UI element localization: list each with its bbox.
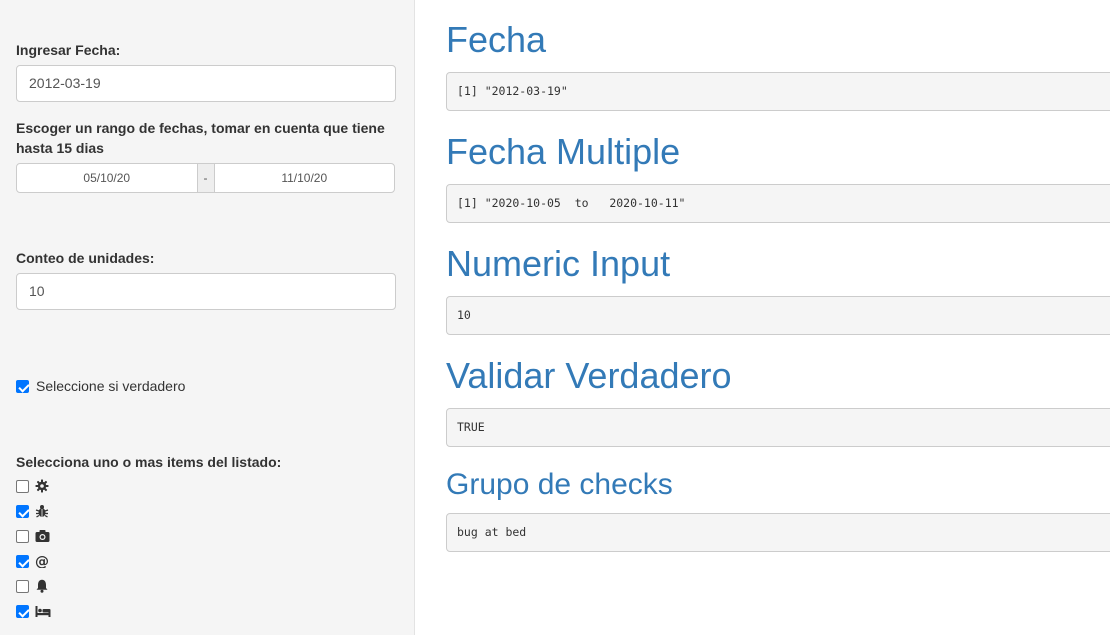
bell-icon	[36, 579, 48, 593]
camera-icon	[35, 530, 50, 542]
output-numeric-input: 10	[446, 296, 1110, 335]
group-checkbox-camera[interactable]	[16, 530, 29, 543]
bed-icon	[35, 606, 51, 617]
section-title-numeric-input: Numeric Input	[446, 243, 671, 284]
true-checkbox-label: Seleccione si verdadero	[36, 378, 186, 394]
at-icon: @	[35, 554, 49, 568]
main-panel: Fecha [1] "2012-03-19" Fecha Multiple [1…	[416, 0, 1110, 635]
output-grupo-de-checks: bug at bed	[446, 513, 1110, 552]
date-range-end[interactable]: 11/10/20	[215, 164, 395, 192]
output-fecha: [1] "2012-03-19"	[446, 72, 1110, 111]
sidebar-panel: Ingresar Fecha: 2012-03-19 Escoger un ra…	[0, 0, 415, 635]
section-title-validar-verdadero: Validar Verdadero	[446, 355, 732, 396]
group-checkbox-at[interactable]	[16, 555, 29, 568]
gear-icon	[35, 479, 49, 493]
true-checkbox[interactable]	[16, 380, 29, 393]
section-title-fecha: Fecha	[446, 19, 547, 60]
group-label: Selecciona uno o mas items del listado:	[16, 454, 282, 470]
group-checkbox-bug[interactable]	[16, 505, 29, 518]
group-checkbox-bell[interactable]	[16, 580, 29, 593]
output-validar-verdadero: TRUE	[446, 408, 1110, 447]
count-label: Conteo de unidades:	[16, 250, 155, 266]
date-range-separator: -	[196, 164, 215, 192]
date-input[interactable]: 2012-03-19	[16, 65, 396, 102]
count-input[interactable]: 10	[16, 273, 396, 310]
bug-icon	[35, 505, 49, 518]
output-fecha-multiple: [1] "2020-10-05 to 2020-10-11"	[446, 184, 1110, 223]
section-title-grupo-de-checks: Grupo de checks	[446, 468, 673, 501]
date-label: Ingresar Fecha:	[16, 42, 121, 58]
date-range-start[interactable]: 05/10/20	[17, 164, 197, 192]
date-range-label: Escoger un rango de fechas, tomar en cue…	[16, 120, 385, 156]
group-checkbox-bed[interactable]	[16, 605, 29, 618]
date-range-input: 05/10/20 - 11/10/20	[16, 163, 395, 193]
group-checkbox-gear[interactable]	[16, 480, 29, 493]
section-title-fecha-multiple: Fecha Multiple	[446, 131, 681, 172]
svg-text:@: @	[35, 554, 49, 568]
